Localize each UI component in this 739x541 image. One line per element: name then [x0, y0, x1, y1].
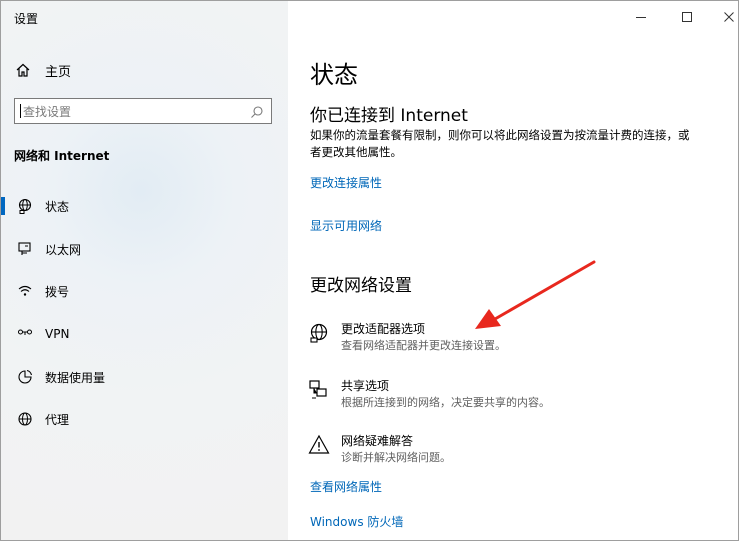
- option-title: 更改适配器选项: [341, 322, 426, 336]
- windows-firewall-link[interactable]: Windows 防火墙: [310, 513, 403, 530]
- network-troubleshooter-item[interactable]: 网络疑难解答 诊断并解决网络问题。: [308, 432, 688, 466]
- search-box[interactable]: [14, 98, 272, 124]
- sidebar-item-dialup[interactable]: 拨号: [1, 276, 288, 306]
- search-input[interactable]: [21, 101, 245, 123]
- sidebar-item-label: 状态: [45, 199, 70, 214]
- connected-heading: 你已连接到 Internet: [310, 106, 468, 126]
- data-usage-icon: [16, 369, 34, 385]
- change-connection-properties-link[interactable]: 更改连接属性: [310, 174, 382, 191]
- maximize-button[interactable]: [664, 1, 710, 33]
- change-network-settings-heading: 更改网络设置: [310, 276, 412, 296]
- option-description: 诊断并解决网络问题。: [341, 451, 451, 464]
- sidebar-item-ethernet[interactable]: 以太网: [1, 234, 288, 264]
- close-icon: [724, 12, 734, 22]
- search-icon[interactable]: [250, 104, 264, 123]
- maximize-icon: [682, 12, 692, 22]
- vpn-icon: [16, 326, 34, 342]
- connected-description: 如果你的流量套餐有限制，则你可以将此网络设置为按流量计费的连接，或者更改其他属性…: [310, 128, 690, 159]
- sidebar-item-data-usage[interactable]: 数据使用量: [1, 362, 288, 392]
- option-description: 根据所连接到的网络，决定要共享的内容。: [341, 396, 550, 409]
- sidebar-item-proxy[interactable]: 代理: [1, 404, 288, 434]
- sidebar-item-status[interactable]: 状态: [1, 191, 288, 221]
- main-content: 状态 你已连接到 Internet 如果你的流量套餐有限制，则你可以将此网络设置…: [288, 1, 738, 540]
- sidebar-item-label: VPN: [45, 327, 70, 341]
- home-icon: [15, 62, 33, 78]
- sidebar: 设置 主页 网络和 Internet 状态 以太网: [1, 1, 288, 540]
- sidebar-item-label: 拨号: [45, 284, 70, 299]
- option-title: 共享选项: [341, 379, 390, 393]
- sidebar-home[interactable]: 主页: [15, 59, 71, 81]
- sidebar-item-label: 代理: [45, 412, 70, 427]
- annotation-arrow: [475, 260, 596, 329]
- adapter-icon: [308, 322, 330, 344]
- page-title: 状态: [310, 61, 358, 89]
- minimize-button[interactable]: [618, 1, 664, 33]
- warning-icon: [308, 434, 330, 456]
- show-available-networks-link[interactable]: 显示可用网络: [310, 217, 382, 234]
- close-button[interactable]: [706, 1, 738, 33]
- sidebar-item-vpn[interactable]: VPN: [1, 319, 288, 349]
- network-status-icon: [16, 198, 34, 214]
- option-title: 网络疑难解答: [341, 434, 414, 448]
- minimize-icon: [636, 17, 646, 18]
- ethernet-icon: [16, 241, 34, 257]
- sharing-icon: [308, 379, 330, 401]
- sidebar-item-label: 数据使用量: [45, 370, 106, 385]
- home-label: 主页: [45, 64, 72, 80]
- sidebar-section-title: 网络和 Internet: [14, 149, 110, 163]
- option-description: 查看网络适配器并更改连接设置。: [341, 339, 506, 352]
- window-title: 设置: [14, 12, 39, 26]
- view-network-properties-link[interactable]: 查看网络属性: [310, 478, 382, 495]
- sidebar-item-label: 以太网: [45, 242, 82, 257]
- proxy-icon: [16, 411, 34, 427]
- settings-window: 设置 主页 网络和 Internet 状态 以太网: [0, 0, 739, 541]
- sharing-options-item[interactable]: 共享选项 根据所连接到的网络，决定要共享的内容。: [308, 377, 688, 411]
- active-indicator: [1, 197, 5, 215]
- dialup-icon: [16, 283, 34, 299]
